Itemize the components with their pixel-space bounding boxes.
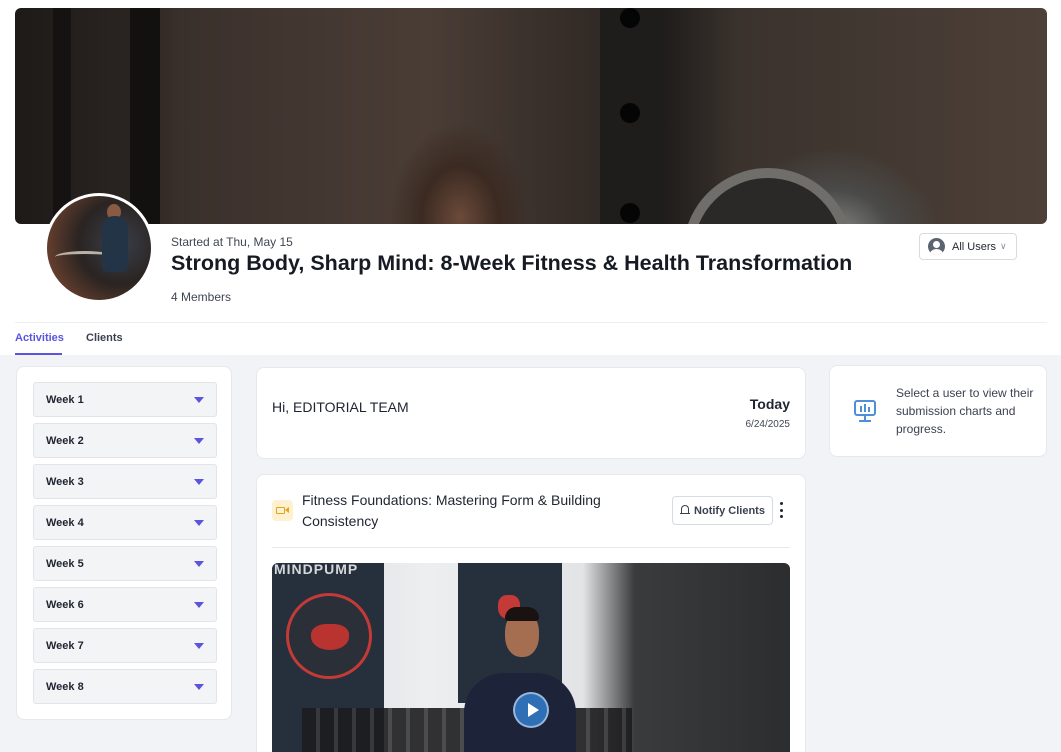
- week-item-8[interactable]: Week 8: [33, 669, 217, 704]
- user-filter-label: All Users: [952, 240, 997, 253]
- week-label: Week 8: [46, 680, 84, 693]
- notify-clients-label: Notify Clients: [694, 504, 765, 517]
- video-brand-text: MINDPUMP: [274, 563, 359, 577]
- week-label: Week 6: [46, 598, 84, 611]
- caret-down-icon: [194, 397, 204, 403]
- weeks-panel: Week 1 Week 2 Week 3 Week 4 Week 5 Week …: [16, 366, 232, 720]
- cover-banner-image: [15, 8, 1047, 224]
- greeting-text: Hi, EDITORIAL TEAM: [272, 399, 409, 415]
- week-item-6[interactable]: Week 6: [33, 587, 217, 622]
- caret-down-icon: [194, 479, 204, 485]
- week-item-3[interactable]: Week 3: [33, 464, 217, 499]
- more-options-icon[interactable]: [777, 502, 785, 518]
- week-item-1[interactable]: Week 1: [33, 382, 217, 417]
- chart-monitor-icon: [854, 400, 878, 422]
- activity-title[interactable]: Fitness Foundations: Mastering Form & Bu…: [302, 490, 632, 532]
- week-item-2[interactable]: Week 2: [33, 423, 217, 458]
- user-icon: [928, 238, 945, 255]
- select-user-hint: Select a user to view their submission c…: [896, 386, 1034, 436]
- video-player[interactable]: MINDPUMP: [272, 563, 790, 752]
- week-label: Week 5: [46, 557, 84, 570]
- week-label: Week 4: [46, 516, 84, 529]
- trainer-hair: [505, 607, 539, 621]
- caret-down-icon: [194, 643, 204, 649]
- caret-down-icon: [194, 520, 204, 526]
- tab-activities[interactable]: Activities: [15, 332, 64, 344]
- user-filter-dropdown[interactable]: All Users ∨: [919, 233, 1017, 260]
- caret-down-icon: [194, 602, 204, 608]
- members-count: 4 Members: [171, 290, 232, 304]
- week-label: Week 1: [46, 393, 84, 406]
- caret-down-icon: [194, 438, 204, 444]
- caret-down-icon: [194, 684, 204, 690]
- caret-down-icon: [194, 561, 204, 567]
- user-progress-panel: Select a user to view their submission c…: [829, 365, 1047, 457]
- week-item-7[interactable]: Week 7: [33, 628, 217, 663]
- today-label: Today: [749, 396, 790, 412]
- started-date: Started at Thu, May 15: [171, 235, 293, 249]
- tab-clients[interactable]: Clients: [86, 332, 123, 344]
- header-divider: [15, 322, 1047, 323]
- activity-divider: [272, 547, 790, 548]
- page-title: Strong Body, Sharp Mind: 8-Week Fitness …: [171, 251, 853, 275]
- week-label: Week 7: [46, 639, 84, 652]
- bell-icon: [680, 505, 691, 516]
- current-date: 6/24/2025: [745, 419, 791, 430]
- video-camera-icon: [272, 500, 293, 521]
- week-item-4[interactable]: Week 4: [33, 505, 217, 540]
- play-button[interactable]: [513, 692, 549, 728]
- program-avatar: [44, 193, 154, 303]
- activity-card: Fitness Foundations: Mastering Form & Bu…: [256, 474, 806, 752]
- notify-clients-button[interactable]: Notify Clients: [672, 496, 773, 525]
- chevron-down-icon: ∨: [1000, 241, 1007, 251]
- week-label: Week 3: [46, 475, 84, 488]
- week-item-5[interactable]: Week 5: [33, 546, 217, 581]
- week-label: Week 2: [46, 434, 84, 447]
- greeting-card: Hi, EDITORIAL TEAM Today 6/24/2025: [256, 367, 806, 459]
